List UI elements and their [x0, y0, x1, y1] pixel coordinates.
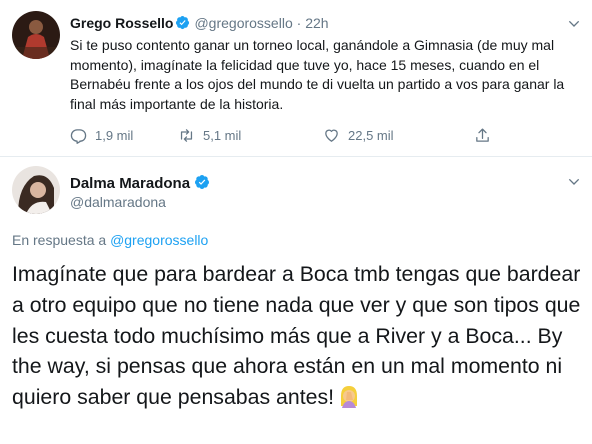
- main-author-name[interactable]: Dalma Maradona: [70, 175, 190, 192]
- retweet-icon: [180, 129, 193, 142]
- main-author-row: Dalma Maradona: [70, 174, 214, 193]
- tweet-divider: [0, 156, 592, 157]
- reply-count: 1,9 mil: [95, 128, 134, 143]
- parent-tweet-text: Si te puso contento ganar un torneo loca…: [70, 37, 565, 112]
- parent-avatar[interactable]: [12, 11, 60, 59]
- parent-timestamp[interactable]: 22h: [305, 15, 328, 31]
- parent-action-bar: 1,9 mil 5,1 mil 22,5 mil: [70, 127, 510, 147]
- parent-handle[interactable]: @gregorossello: [194, 15, 292, 31]
- main-handle[interactable]: @dalmaradona: [70, 193, 166, 211]
- retweet-count: 5,1 mil: [203, 128, 242, 143]
- like-icon: [325, 129, 338, 142]
- share-icon: [476, 128, 489, 142]
- retweet-button[interactable]: 5,1 mil: [178, 127, 241, 144]
- like-count: 22,5 mil: [348, 128, 394, 143]
- parent-author-name[interactable]: Grego Rossello: [70, 15, 173, 31]
- main-avatar[interactable]: [12, 166, 60, 214]
- reply-button[interactable]: 1,9 mil: [70, 127, 133, 144]
- chevron-down-icon[interactable]: [566, 16, 582, 32]
- avatar-photo: [12, 11, 60, 59]
- parent-header: Grego Rossello @gregorossello · 22h: [70, 14, 329, 32]
- main-tweet-text: Imagínate que para bardear a Boca tmb te…: [12, 262, 581, 410]
- reply-icon: [70, 129, 87, 144]
- like-button[interactable]: 22,5 mil: [323, 127, 394, 144]
- woman-facepalming-emoji: [341, 386, 358, 409]
- main-tweet-body: Imagínate que para bardear a Boca tmb te…: [12, 259, 584, 413]
- reply-prefix: En respuesta a: [12, 232, 107, 248]
- share-button[interactable]: [474, 127, 491, 144]
- chevron-down-icon[interactable]: [566, 174, 582, 190]
- verified-badge-icon: [176, 15, 190, 30]
- parent-tweet[interactable]: Grego Rossello @gregorossello · 22h Si te…: [0, 0, 592, 156]
- reply-context: En respuesta a @gregorossello: [12, 231, 208, 249]
- reply-to-link[interactable]: @gregorossello: [110, 232, 208, 248]
- avatar-photo: [12, 166, 60, 214]
- verified-badge-icon: [195, 175, 210, 189]
